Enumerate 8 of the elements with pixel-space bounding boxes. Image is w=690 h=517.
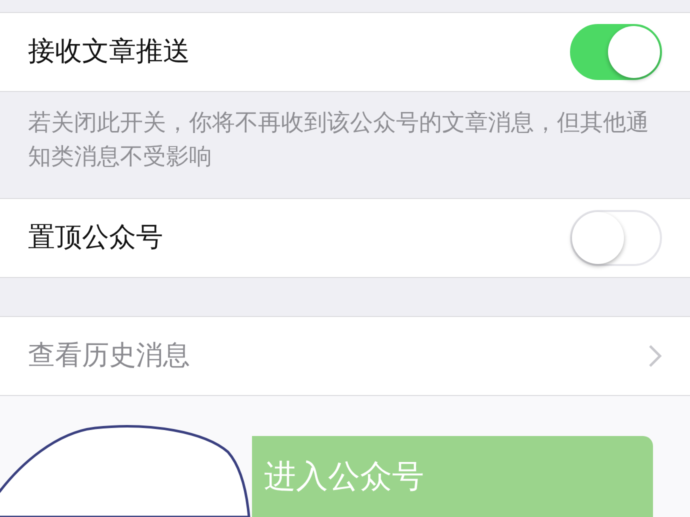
toggle-switch[interactable] xyxy=(570,24,662,80)
row-label: 查看历史消息 xyxy=(28,338,190,373)
settings-row[interactable]: 置顶公众号 xyxy=(0,198,690,278)
chevron-right-icon xyxy=(648,344,662,368)
row-label: 置顶公众号 xyxy=(28,220,163,255)
row-label: 接收文章推送 xyxy=(28,34,190,69)
footnote-text: 若关闭此开关，你将不再收到该公众号的文章消息，但其他通知类消息不受影响 xyxy=(28,109,650,172)
settings-row[interactable]: 接收文章推送 xyxy=(0,12,690,92)
